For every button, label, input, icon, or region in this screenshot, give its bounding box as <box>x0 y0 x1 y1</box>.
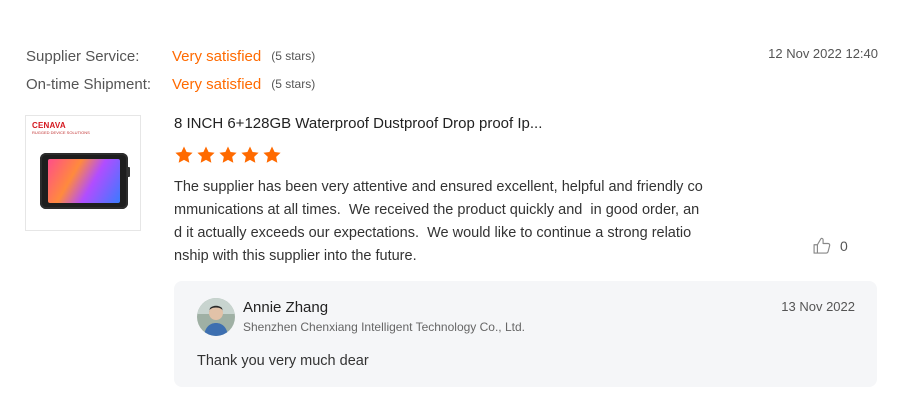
supplier-reply: Annie Zhang Shenzhen Chenxiang Intellige… <box>174 281 877 387</box>
supplier-service-label: Supplier Service: <box>26 47 140 65</box>
review-text-line: d it actually exceeds our expectations. … <box>174 225 692 241</box>
product-thumbnail[interactable]: CENAVA RUGGED DEVICE SOLUTIONS <box>25 115 141 231</box>
star-icon <box>219 146 237 163</box>
review-date: 12 Nov 2022 12:40 <box>768 46 878 61</box>
star-icon <box>197 146 215 163</box>
avatar <box>197 298 235 336</box>
on-time-shipment-count: (5 stars) <box>271 77 316 91</box>
on-time-shipment-label: On-time Shipment: <box>26 75 152 93</box>
product-title-link[interactable]: 8 INCH 6+128GB Waterproof Dustproof Drop… <box>174 115 542 132</box>
reply-text: Thank you very much dear <box>197 353 369 369</box>
review-text-line: The supplier has been very attentive and… <box>174 179 703 195</box>
review-text: The supplier has been very attentive and… <box>174 176 754 268</box>
thumbs-up-icon[interactable] <box>812 236 832 256</box>
reply-company-name: Shenzhen Chenxiang Intelligent Technolog… <box>243 320 525 334</box>
like-button[interactable]: 0 <box>812 236 848 256</box>
tablet-screen <box>48 159 120 203</box>
reply-author-name: Annie Zhang <box>243 299 329 316</box>
tablet-image <box>40 153 130 209</box>
star-icon <box>241 146 259 163</box>
on-time-shipment-value: Very satisfied <box>172 75 262 93</box>
tablet-side-button <box>127 167 130 177</box>
supplier-service-value: Very satisfied <box>172 47 262 65</box>
supplier-service-rating: Supplier Service: Very satisfied (5 star… <box>26 46 315 66</box>
review-text-line: mmunications at all times. We received t… <box>174 202 700 218</box>
supplier-service-count: (5 stars) <box>271 49 316 63</box>
review-text-line: nship with this supplier into the future… <box>174 248 417 264</box>
avatar-image <box>197 298 235 336</box>
brand-logo: CENAVA <box>32 121 66 130</box>
star-icon <box>175 146 193 163</box>
like-count: 0 <box>840 238 848 254</box>
brand-tagline: RUGGED DEVICE SOLUTIONS <box>32 130 90 135</box>
on-time-shipment-rating: On-time Shipment: Very satisfied (5 star… <box>26 74 315 94</box>
star-icon <box>263 146 281 163</box>
star-rating <box>174 145 282 165</box>
reply-date: 13 Nov 2022 <box>781 299 855 314</box>
